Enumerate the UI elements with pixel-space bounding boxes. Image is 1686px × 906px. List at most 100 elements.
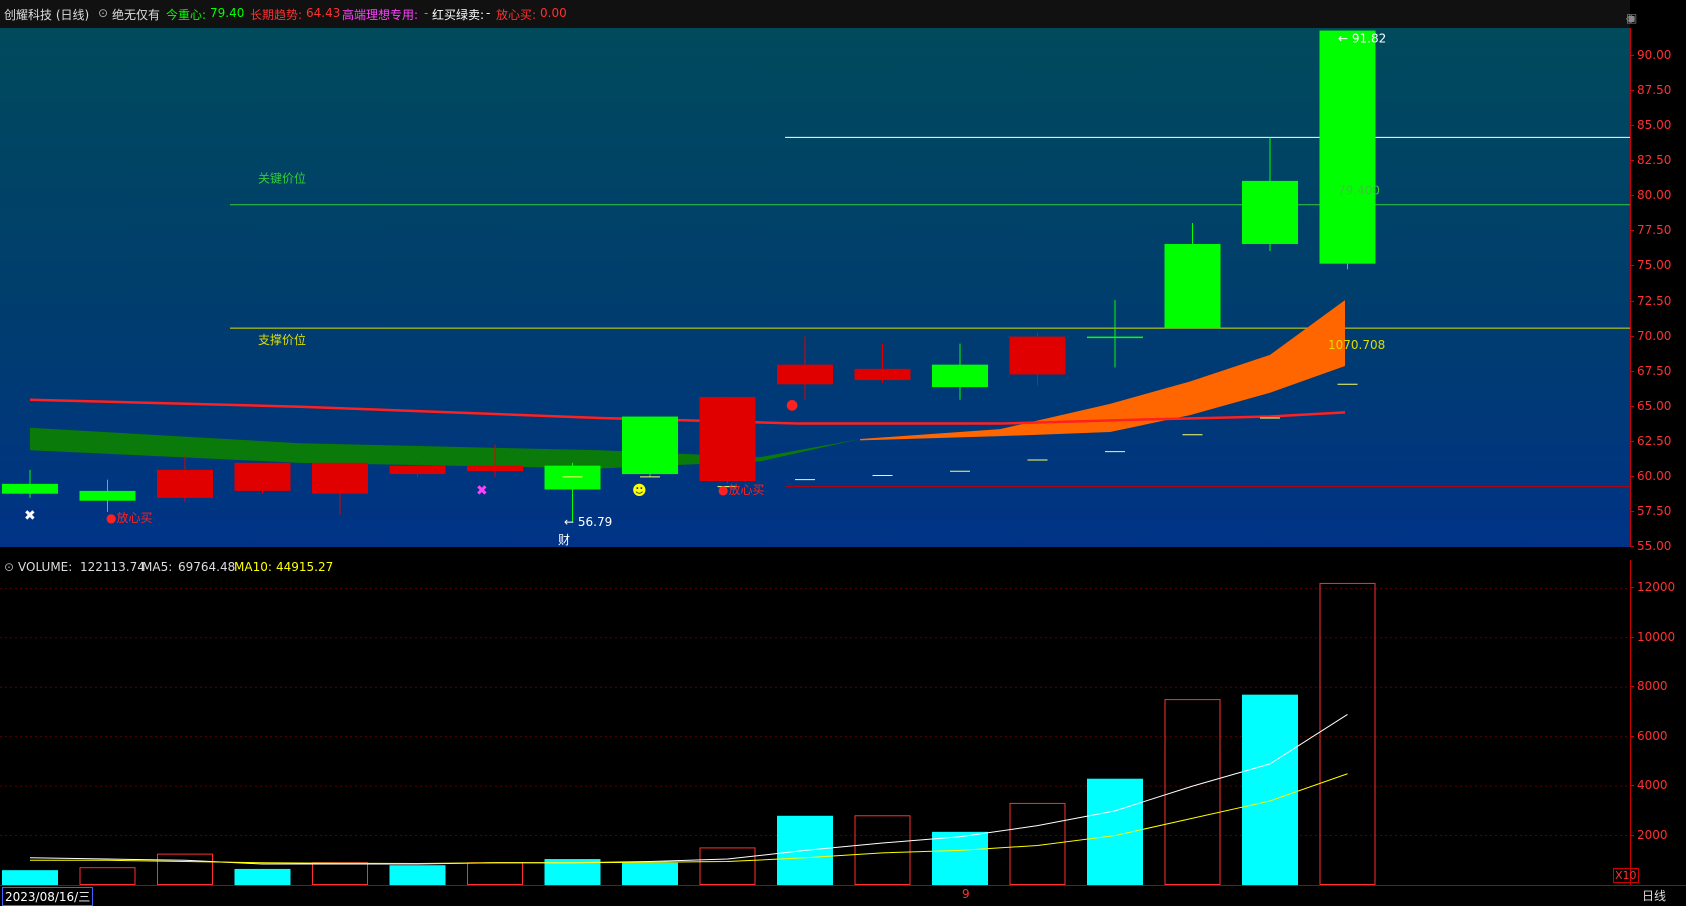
volume-bar: [2, 870, 58, 885]
key-price-label: 关键价位: [258, 171, 306, 186]
collapse-icon[interactable]: ⊙: [98, 6, 108, 20]
candle-body: [234, 462, 291, 491]
volume-value: 122113.74: [80, 560, 145, 574]
cross-icon: ✖: [24, 508, 36, 524]
volume-collapse-icon[interactable]: ⊙: [4, 560, 14, 574]
volume-unit: X10: [1613, 868, 1639, 883]
volume-bar: [389, 865, 446, 885]
volume-bar: [854, 815, 911, 885]
ma10-label: MA10:: [234, 560, 272, 574]
ma5-label: MA5:: [142, 560, 173, 574]
candle-body: [467, 465, 523, 472]
candle-body: [2, 483, 58, 494]
volume-bar: [79, 867, 136, 885]
maximize-icon[interactable]: ▣: [1626, 11, 1637, 25]
candle-body: [932, 364, 988, 388]
finance-mark: 财: [558, 533, 570, 547]
volume-bar: [932, 831, 988, 885]
candle-body: [544, 465, 601, 490]
volume-bar: [1319, 582, 1376, 885]
support-price-label: 支撑价位: [258, 332, 306, 347]
smiley-icon: ☻: [632, 483, 647, 499]
buy-signal-1: ●放心买: [106, 510, 152, 525]
price-tick: 82.50: [1629, 153, 1672, 168]
buy-signal-2: ●放心买: [718, 482, 764, 497]
price-tick: 67.50: [1629, 363, 1672, 378]
volume-tick: 12000: [1629, 580, 1676, 595]
volume-bar: [157, 853, 213, 885]
price-tick: 65.00: [1629, 398, 1672, 413]
candle-body: [312, 462, 368, 494]
volume-tick: 4000: [1630, 778, 1668, 793]
volume-bar: [622, 862, 678, 885]
candle-body: [389, 465, 446, 475]
volume-tick: 2000: [1630, 827, 1668, 842]
center-label: 今重心:: [166, 8, 207, 22]
candle-body: [622, 416, 678, 475]
safe-label: 放心买:: [496, 8, 537, 22]
candle-body: [1319, 30, 1376, 264]
volume-tick: 8000: [1630, 679, 1668, 694]
trend-value: 64.43: [306, 6, 341, 20]
indicator-name[interactable]: 绝无仅有: [112, 6, 160, 23]
price-tick: 87.50: [1629, 83, 1672, 98]
price-tick: 57.50: [1629, 503, 1672, 518]
volume-bar: [1087, 778, 1143, 885]
candle-body: [1009, 336, 1066, 375]
price-tick: 75.00: [1629, 258, 1672, 273]
price-tick: 80.00: [1629, 188, 1672, 203]
volume-bar: [1009, 802, 1066, 885]
stock-title[interactable]: 创耀科技 (日线): [4, 6, 89, 23]
candle-body: [777, 364, 833, 385]
price-chart: 关键价位支撑价位 ← 91.82 79.400 1070.708 ← 56.79 ●放心买…: [2, 30, 1630, 547]
date-cursor[interactable]: 2023/08/16/三: [2, 887, 94, 906]
candle-body: [157, 469, 213, 498]
volume-tick: 6000: [1630, 728, 1668, 743]
title-bar: 创耀科技 (日线) ⊙ 绝无仅有 今重心: 79.40 长期趋势: 64.43 …: [0, 0, 1637, 28]
candle-body: [854, 368, 911, 381]
price-tick: 77.50: [1629, 223, 1672, 238]
magenta-mark-icon: ✖: [476, 483, 488, 499]
candle-body: [79, 490, 136, 501]
price-tick: 62.50: [1629, 433, 1672, 448]
ma5-line: [29, 714, 1348, 865]
period-label[interactable]: 日线: [1642, 887, 1666, 904]
min-price-label: ← 56.79: [564, 515, 612, 529]
ma10-value: 44915.27: [276, 560, 334, 574]
volume-bar: [1242, 694, 1298, 885]
candle-body: [699, 396, 756, 482]
ma10-line: [30, 773, 1348, 864]
volume-bar: [699, 847, 756, 885]
special-label: 高端理想专用:: [342, 8, 419, 22]
candle-body: [1164, 244, 1221, 329]
price-tick: 72.50: [1629, 293, 1672, 308]
volume-bar: [467, 862, 523, 885]
price-axis: 90.00 87.50 85.00 82.50 80.00 77.50 75.00 72.50…: [1629, 28, 1686, 553]
price-tick: 60.00: [1629, 468, 1672, 483]
volume-tick: 10000: [1629, 629, 1676, 644]
redbuy-value: -: [486, 6, 491, 20]
ball-icon: ●: [786, 397, 798, 413]
candle-body: [1087, 336, 1143, 339]
safe-value: 0.00: [540, 6, 567, 20]
price-tick: 55.00: [1629, 539, 1672, 553]
trend-label: 长期趋势:: [250, 8, 303, 22]
volume-bar: [312, 862, 368, 885]
mid-mark: 9: [962, 887, 970, 901]
volume-chart: [0, 582, 1630, 885]
support-value-label: 1070.708: [1328, 338, 1385, 352]
center-value-label: 79.400: [1338, 184, 1380, 198]
center-value: 79.40: [210, 6, 245, 20]
volume-bar: [234, 868, 291, 885]
price-tick: 85.00: [1629, 118, 1672, 133]
ma5-value: 69764.48: [178, 560, 236, 574]
volume-axis: 12000 10000 8000 6000 4000 2000 X10: [1613, 560, 1686, 885]
price-tick: 70.00: [1629, 328, 1672, 343]
bottom-bar: 2023/08/16/三 9 日线: [0, 885, 1686, 906]
volume-label: VOLUME:: [18, 560, 73, 574]
candle-body: [1242, 180, 1298, 245]
redbuy-label: 红买绿卖:: [432, 8, 485, 22]
volume-header: ⊙ VOLUME: 122113.74 MA5: 69764.48 MA10: …: [0, 558, 1630, 576]
price-tick: 90.00: [1629, 48, 1672, 63]
max-price-label: ← 91.82: [1338, 32, 1386, 46]
